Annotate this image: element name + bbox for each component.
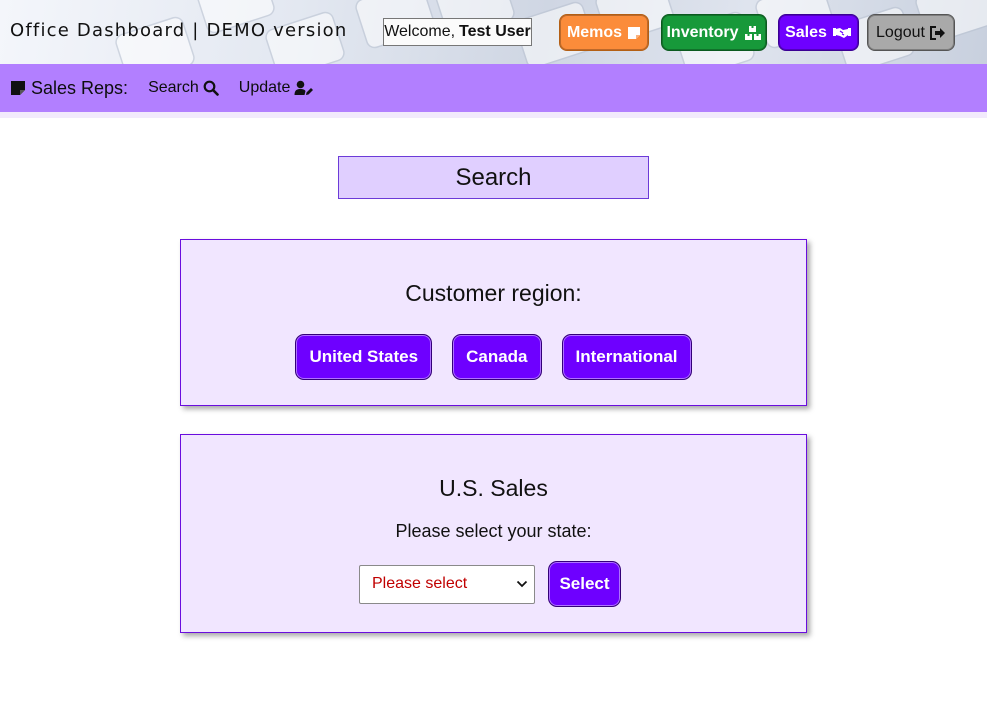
logout-button[interactable]: Logout xyxy=(867,14,955,51)
welcome-box: Welcome, Test User xyxy=(383,18,532,46)
section-title: Sales Reps: xyxy=(10,78,128,99)
region-button-group: United States Canada International xyxy=(181,334,806,380)
state-select[interactable]: Please select xyxy=(359,564,535,604)
welcome-user: Test User xyxy=(459,23,531,40)
handshake-icon xyxy=(832,27,851,38)
us-sales-title: U.S. Sales xyxy=(439,475,548,501)
top-header: Office Dashboard | DEMO version Welcome,… xyxy=(0,0,987,64)
nav-search-label: Search xyxy=(148,79,199,96)
sales-reps-nav: Sales Reps: Search Update xyxy=(0,64,987,112)
state-select-value: Please select xyxy=(372,575,468,592)
logout-label: Logout xyxy=(876,23,925,41)
app-title: Office Dashboard | DEMO version xyxy=(10,20,348,41)
sticky-note-icon xyxy=(628,26,641,39)
nav-search-link[interactable]: Search xyxy=(148,79,219,97)
section-title-label: Sales Reps: xyxy=(31,77,129,98)
sales-label: Sales xyxy=(785,23,827,41)
memos-label: Memos xyxy=(566,23,623,41)
memos-button[interactable]: Memos xyxy=(559,14,649,51)
inventory-button[interactable]: Inventory xyxy=(661,14,767,51)
welcome-prefix: Welcome, xyxy=(384,23,456,40)
customer-region-title: Customer region: xyxy=(405,280,582,306)
subnav-divider xyxy=(0,112,987,118)
page-heading: Search xyxy=(338,156,649,199)
nav-update-link[interactable]: Update xyxy=(239,79,315,97)
state-select-row: Please select Select xyxy=(359,561,621,607)
user-edit-icon xyxy=(294,80,314,95)
us-sales-panel: U.S. Sales Please select your state: Ple… xyxy=(180,434,807,633)
region-button-united-states[interactable]: United States xyxy=(295,334,433,380)
nav-update-label: Update xyxy=(238,79,291,96)
state-select-label: Please select your state: xyxy=(395,521,592,541)
select-state-button[interactable]: Select xyxy=(548,561,621,607)
magnifier-icon xyxy=(203,80,219,96)
sales-button[interactable]: Sales xyxy=(778,14,859,51)
customer-region-panel: Customer region: United States Canada In… xyxy=(180,239,807,406)
sign-out-icon xyxy=(929,25,945,40)
note-icon xyxy=(11,81,25,95)
boxes-icon xyxy=(744,25,761,40)
chevron-down-icon xyxy=(516,580,528,588)
region-button-international[interactable]: International xyxy=(561,334,692,380)
inventory-label: Inventory xyxy=(666,23,739,41)
region-button-canada[interactable]: Canada xyxy=(452,334,542,380)
